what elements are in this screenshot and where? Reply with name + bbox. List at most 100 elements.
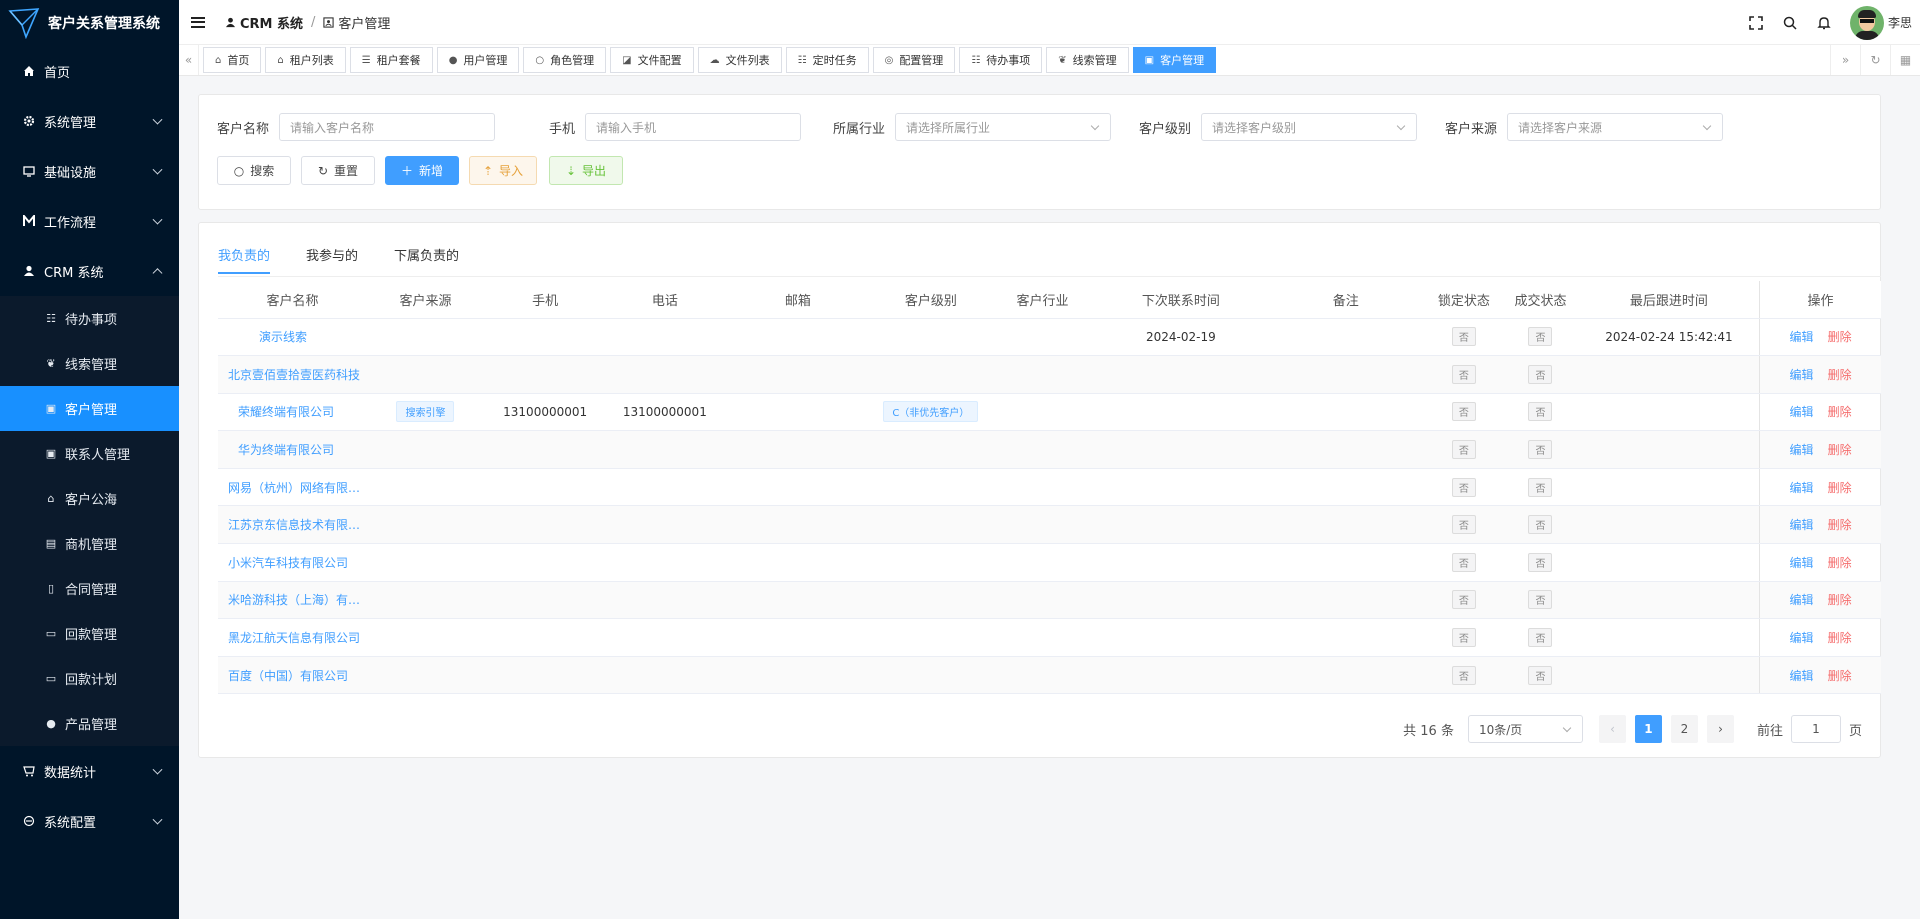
edit-link[interactable]: 编辑 [1790, 330, 1814, 344]
sidebar-item-contract[interactable]: ▯ 合同管理 [0, 566, 179, 611]
tab-customers[interactable]: ▣ 客户管理 [1132, 47, 1217, 73]
customer-name-link[interactable]: 黑龙江航天信息有限公司 [218, 618, 367, 657]
contact-card-icon: ▣ [45, 447, 57, 460]
prev-page-button[interactable]: ‹ [1598, 715, 1626, 743]
tab-scheduled-task[interactable]: ☷ 定时任务 [785, 47, 869, 73]
page-size-select[interactable]: 10条/页 [1467, 715, 1583, 743]
sidebar-item-crm[interactable]: CRM 系统 [0, 246, 179, 296]
customer-name-link[interactable]: 江苏京东信息技术有限公司 [218, 505, 367, 545]
col-source-cell: 搜索引擎 [366, 393, 484, 432]
tab-label: 首页 [227, 54, 250, 67]
sidebar-item-pool[interactable]: ⌂ 客户公海 [0, 476, 179, 521]
edit-link[interactable]: 编辑 [1790, 518, 1814, 532]
menu-toggle-icon[interactable] [191, 16, 205, 28]
edit-link[interactable]: 编辑 [1790, 368, 1814, 382]
source-select[interactable]: 请选择客户来源 [1507, 113, 1724, 141]
tab-role-manage[interactable]: ○ 角色管理 [523, 47, 607, 73]
tab-file-config[interactable]: ◪ 文件配置 [610, 47, 694, 73]
tab-participated[interactable]: 我参与的 [306, 245, 358, 274]
edit-link[interactable]: 编辑 [1790, 631, 1814, 645]
level-select[interactable]: 请选择客户级别 [1201, 113, 1418, 141]
sidebar-item-business[interactable]: ▤ 商机管理 [0, 521, 179, 566]
tab-tenant-list[interactable]: ⌂ 租户列表 [265, 47, 346, 73]
delete-link[interactable]: 删除 [1828, 405, 1852, 419]
edit-link[interactable]: 编辑 [1790, 556, 1814, 570]
brand[interactable]: 客户关系管理系统 [0, 0, 179, 46]
grid-icon[interactable]: ▦ [1890, 45, 1920, 75]
sidebar-item-contacts[interactable]: ▣ 联系人管理 [0, 431, 179, 476]
sidebar-item-infra[interactable]: 基础设施 [0, 146, 179, 196]
customer-name-input[interactable]: 请输入客户名称 [279, 113, 496, 141]
edit-link[interactable]: 编辑 [1790, 669, 1814, 683]
sidebar-item-receivable-plan[interactable]: ▭ 回款计划 [0, 656, 179, 701]
mobile-input[interactable]: 请输入手机 [585, 113, 802, 141]
tab-user-manage[interactable]: ● 用户管理 [436, 47, 520, 73]
delete-link[interactable]: 删除 [1828, 669, 1852, 683]
sidebar-item-receivable[interactable]: ▭ 回款管理 [0, 611, 179, 656]
edit-link[interactable]: 编辑 [1790, 443, 1814, 457]
col-industry-cell [989, 355, 1096, 394]
customer-name-link[interactable]: 米哈游科技（上海）有限公司 [218, 581, 367, 620]
refresh-icon[interactable]: ↻ [1860, 45, 1890, 75]
row-actions: 编辑 删除 [1759, 318, 1881, 357]
delete-link[interactable]: 删除 [1828, 481, 1852, 495]
edit-link[interactable]: 编辑 [1790, 481, 1814, 495]
delete-link[interactable]: 删除 [1828, 556, 1852, 570]
delete-link[interactable]: 删除 [1828, 593, 1852, 607]
pool-icon: ⌂ [47, 492, 55, 505]
customer-name-link[interactable]: 华为终端有限公司 [218, 430, 367, 469]
sidebar-item-home[interactable]: 首页 [0, 46, 179, 96]
customer-name-link[interactable]: 荣耀终端有限公司 [218, 393, 367, 432]
tab-mine[interactable]: 我负责的 [218, 245, 271, 274]
page-2-button[interactable]: 2 [1670, 715, 1698, 743]
tabs-scroll-left-icon[interactable]: « [179, 45, 199, 75]
sidebar-item-workflow[interactable]: 工作流程 [0, 196, 179, 246]
customer-name-link[interactable]: 百度（中国）有限公司 [218, 656, 367, 695]
customer-name-link[interactable]: 演示线索 [218, 318, 367, 357]
sidebar-item-stats[interactable]: 数据统计 [0, 746, 179, 796]
tab-subordinate[interactable]: 下属负责的 [394, 245, 459, 274]
export-button[interactable]: ⇣ 导出 [549, 156, 623, 185]
search-button[interactable]: ○ 搜索 [217, 156, 291, 185]
filter-name: 客户名称 请输入客户名称 [217, 113, 496, 141]
sidebar-item-system[interactable]: 系统管理 [0, 96, 179, 146]
search-icon[interactable] [1782, 15, 1798, 31]
bell-icon[interactable] [1816, 15, 1832, 31]
delete-link[interactable]: 删除 [1828, 518, 1852, 532]
delete-link[interactable]: 删除 [1828, 443, 1852, 457]
tab-file-list[interactable]: ☁ 文件列表 [697, 47, 782, 73]
customer-name-link[interactable]: 北京壹佰壹拾壹医药科技 [218, 355, 367, 394]
sidebar-item-leads[interactable]: ❦ 线索管理 [0, 341, 179, 386]
avatar[interactable] [1849, 5, 1884, 40]
user-name[interactable]: 李思 [1888, 14, 1912, 31]
sidebar-item-customers[interactable]: ▣ 客户管理 [0, 386, 179, 431]
next-page-button[interactable]: › [1706, 715, 1734, 743]
delete-link[interactable]: 删除 [1828, 631, 1852, 645]
tab-leads[interactable]: ❦ 线索管理 [1046, 47, 1129, 73]
file-config-icon: ◪ [622, 54, 632, 66]
import-button[interactable]: ⇡ 导入 [469, 156, 537, 185]
edit-link[interactable]: 编辑 [1790, 593, 1814, 607]
sidebar-item-todo[interactable]: ☷ 待办事项 [0, 296, 179, 341]
tab-home[interactable]: ⌂ 首页 [203, 47, 262, 73]
sidebar-item-config[interactable]: 系统配置 [0, 796, 179, 846]
delete-link[interactable]: 删除 [1828, 330, 1852, 344]
reset-button[interactable]: ↻ 重置 [301, 156, 375, 185]
col-mobile-cell [483, 505, 607, 545]
page-1-button[interactable]: 1 [1634, 715, 1662, 743]
tab-tenant-package[interactable]: ☰ 租户套餐 [349, 47, 433, 73]
edit-link[interactable]: 编辑 [1790, 405, 1814, 419]
add-button[interactable]: ＋ 新增 [385, 156, 459, 185]
fullscreen-icon[interactable] [1748, 15, 1764, 31]
goto-page-input[interactable]: 1 [1790, 715, 1841, 743]
tab-config-manage[interactable]: ◎ 配置管理 [872, 47, 956, 73]
industry-select[interactable]: 请选择所属行业 [895, 113, 1112, 141]
delete-link[interactable]: 删除 [1828, 368, 1852, 382]
customer-name-link[interactable]: 小米汽车科技有限公司 [218, 543, 367, 582]
breadcrumb-crm[interactable]: CRM 系统 [240, 13, 303, 32]
sidebar-item-product[interactable]: ● 产品管理 [0, 701, 179, 746]
tabs-scroll-right-icon[interactable]: » [1830, 45, 1860, 75]
col-next-contact-cell [1095, 656, 1266, 695]
customer-name-link[interactable]: 网易（杭州）网络有限公司 [218, 468, 367, 507]
tab-todo[interactable]: ☷ 待办事项 [959, 47, 1043, 73]
